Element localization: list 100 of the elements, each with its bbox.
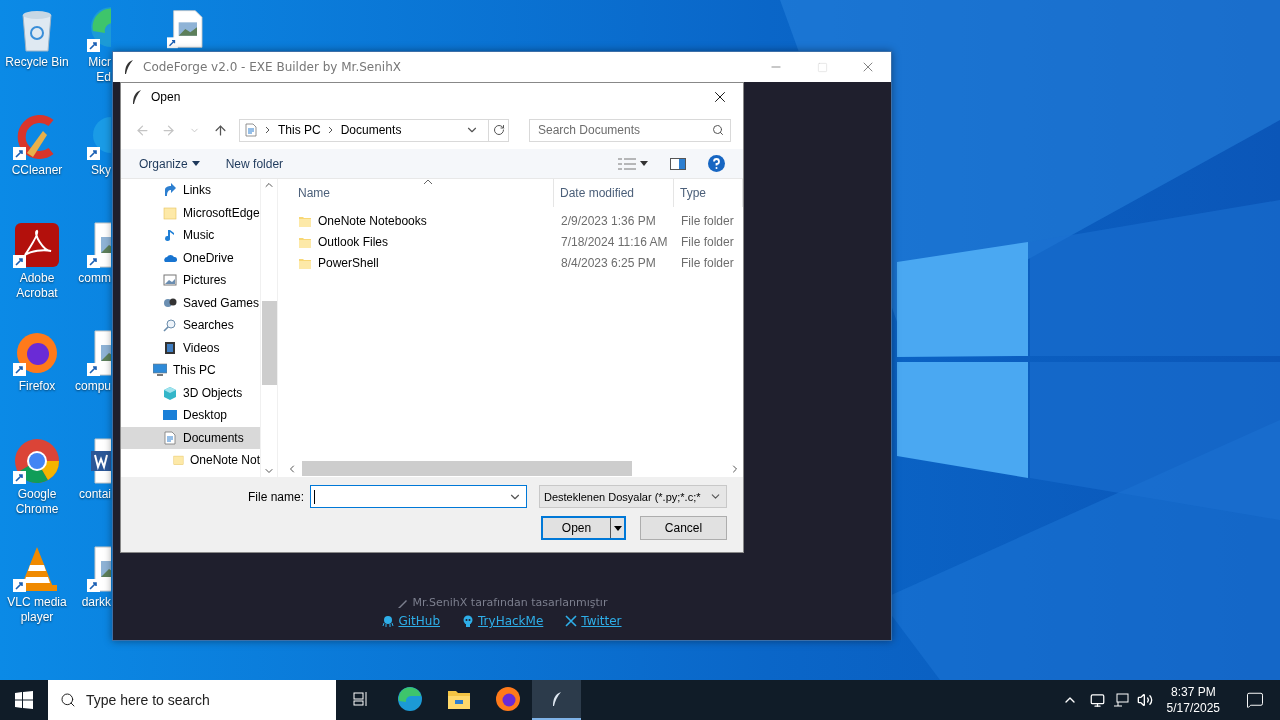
music-note-icon [163,228,177,243]
desktop-icon-label[interactable]: comm [78,271,111,286]
arrow-right-icon [160,122,176,138]
organize-menu[interactable]: Organize [131,152,208,175]
nav-item[interactable]: Links [121,179,260,202]
column-header[interactable]: Type [674,179,743,207]
feather-icon [131,89,143,105]
desktop-icon-label[interactable]: CCleaner [11,163,63,178]
file-type-dropdown[interactable]: Desteklenen Dosyalar (*.py;*.c;* [539,485,727,508]
edge-icon [396,686,423,712]
file-type: File folder [680,233,735,251]
scroll-thumb[interactable] [261,301,277,385]
x-logo-icon [565,615,578,627]
social-link[interactable]: GitHub [382,614,441,628]
dialog-title: Open [151,90,182,104]
date-modified: 7/18/2024 11:16 AM [560,233,669,251]
volume-icon[interactable] [1136,692,1153,708]
network-icon[interactable] [1112,693,1129,707]
chevron-icon [264,126,272,134]
desktop-icon-label[interactable]: contai [78,487,111,502]
desktop-icon-label[interactable]: darkk [81,595,111,610]
caret-icon [613,525,622,531]
desktop-icon-label[interactable]: Recycle Bin [5,55,69,70]
file-name-field[interactable] [310,485,527,508]
folder-icon [173,453,184,468]
nav-item[interactable]: Documents [121,426,260,449]
nav-item[interactable]: Desktop [121,404,260,427]
column-header[interactable]: Name [292,179,554,207]
file-name[interactable]: OneNote Notebooks [298,210,554,231]
computer-icon [153,363,167,378]
pictures-icon [163,273,177,288]
column-header[interactable]: Date modified [554,179,674,207]
social-link[interactable]: Twitter [565,614,622,628]
nav-item[interactable]: MicrosoftEdge [121,201,260,224]
social-link[interactable]: TryHackMe [462,614,544,628]
caret-icon [640,161,648,166]
breadcrumb-item[interactable]: Documents [340,123,402,137]
new-folder-button[interactable]: New folder [217,152,292,175]
nav-item[interactable]: OneDrive [121,246,260,269]
refresh-icon [492,124,505,136]
scroll-thumb[interactable] [302,461,632,476]
octopus-icon [382,615,395,627]
desktop-icon-label[interactable]: Google Chrome [15,487,59,517]
help-icon [708,155,725,172]
file-name[interactable]: PowerShell [298,252,554,273]
nav-item[interactable]: This PC [121,359,260,382]
scrollbar[interactable] [260,179,277,477]
skull-icon [462,615,475,627]
document-icon [163,430,177,445]
windows-logo-icon [15,691,33,709]
nav-item[interactable]: Pictures [121,269,260,292]
nav-item[interactable]: Videos [121,336,260,359]
desktop-icon-label[interactable]: Firefox [18,379,56,394]
notification-icon [1246,691,1264,709]
folder-icon [446,688,471,710]
chevron-icon [326,126,335,134]
desktop-icon-label[interactable]: Adobe Acrobat [16,271,58,301]
file-type: File folder [680,254,735,272]
file-name[interactable]: Outlook Files [298,231,554,252]
chrome-icon[interactable] [13,437,61,485]
search-field[interactable]: Search Documents [529,118,731,142]
sort-caret-icon [422,179,433,185]
magnifier-icon [163,318,177,333]
open-button[interactable]: Open [541,516,626,540]
file-type: File folder [680,212,735,230]
desktop-icon-label[interactable]: VLC media player [7,595,67,625]
document-icon [244,123,258,137]
nav-item[interactable]: Music [121,224,260,247]
search-icon [712,124,724,136]
nav-item[interactable]: Searches [121,314,260,337]
film-icon [163,340,177,355]
credit-text: Mr.SenihX tarafından tasarlanmıştır [412,596,608,609]
folder-icon [163,205,177,220]
nav-item[interactable]: OneNote Not [121,449,260,472]
search-icon [60,692,76,708]
taskbar-search-field[interactable]: Type here to search [48,680,336,720]
nav-item[interactable]: Saved Games [121,291,260,314]
desktop-icon-label[interactable]: Sky [91,163,111,178]
date-modified: 8/4/2023 6:25 PM [560,254,657,272]
window-title: CodeForge v2.0 - EXE Builder by Mr.SenihX [143,60,402,74]
display-icon[interactable] [1089,692,1105,708]
caret-icon [191,161,200,166]
firefox-icon [494,686,521,712]
address-bar[interactable]: This PC Documents [239,118,509,142]
file-name-label: File name: [247,489,304,504]
edge-icon[interactable] [87,5,111,53]
desktop-icon-label[interactable]: Micr Ed [88,55,111,85]
desktop-icon [163,408,177,423]
cancel-button[interactable]: Cancel [640,516,727,540]
date-modified: 2/9/2023 1:36 PM [560,212,657,230]
nav-item[interactable]: 3D Objects [121,381,260,404]
pane-icon [670,157,686,170]
desktop-icon-label[interactable]: compu [74,379,111,394]
clock[interactable]: 8:37 PM 5/17/2025 [1160,684,1226,716]
cube-icon [163,385,177,400]
maximize-icon [816,61,828,73]
list-view-icon [618,157,636,170]
acrobat-icon[interactable] [13,221,61,269]
breadcrumb-item[interactable]: This PC [278,123,321,137]
taskbar-app-button[interactable] [532,680,581,720]
